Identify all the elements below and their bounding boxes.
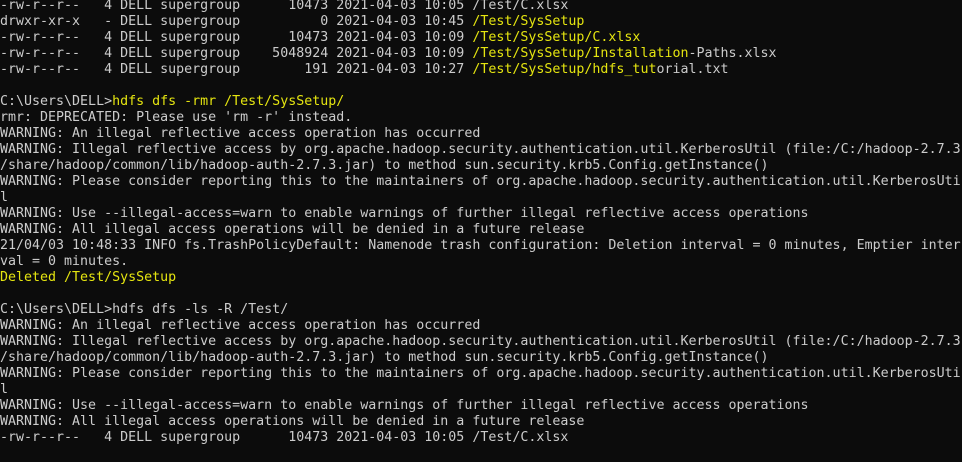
console-text: -rw-r--r-- 4 DELL supergroup 5048924 202… (0, 46, 473, 61)
console-line: WARNING: Please consider reporting this … (0, 174, 961, 190)
console-line: C:\Users\DELL>hdfs dfs -rmr /Test/SysSet… (0, 94, 961, 110)
console-text: WARNING: Use --illegal-access=warn to en… (0, 398, 809, 413)
console-line: -rw-r--r-- 4 DELL supergroup 10473 2021-… (0, 430, 961, 446)
console-text: drwxr-xr-x - DELL supergroup 0 2021-04-0… (0, 14, 473, 29)
console-line: WARNING: Please consider reporting this … (0, 366, 961, 382)
console-line: drwxr-xr-x - DELL supergroup 0 2021-04-0… (0, 14, 961, 30)
highlighted-text: hdfs dfs -rmr /Test/SysSetup/ (112, 94, 345, 109)
highlighted-text: /Test/SysSetup (472, 14, 585, 29)
console-text: -rw-r--r-- 4 DELL supergroup 10473 2021-… (0, 0, 473, 13)
highlighted-text: /Test/SysSetup/hdfs_tut (472, 62, 657, 77)
console-line: l (0, 382, 961, 398)
console-line: /share/hadoop/common/lib/hadoop-auth-2.7… (0, 158, 961, 174)
console-line: WARNING: An illegal reflective access op… (0, 126, 961, 142)
console-text: WARNING: All illegal access operations w… (0, 414, 585, 429)
console-text: WARNING: An illegal reflective access op… (0, 126, 481, 141)
console-line: val = 0 minutes. (0, 254, 961, 270)
console-text: orial.txt (656, 62, 729, 77)
console-line: -rw-r--r-- 4 DELL supergroup 10473 2021-… (0, 30, 961, 46)
console-line: -rw-r--r-- 4 DELL supergroup 5048924 202… (0, 46, 961, 62)
console-text: /Test/C.xlsx (472, 0, 569, 13)
console-text: C:\Users\DELL> (0, 94, 113, 109)
console-text: WARNING: Please consider reporting this … (0, 174, 961, 189)
console-text: WARNING: Please consider reporting this … (0, 366, 961, 381)
console-line: C:\Users\DELL>hdfs dfs -ls -R /Test/ (0, 302, 961, 318)
console-text: -Paths.xlsx (688, 46, 777, 61)
console-line: WARNING: All illegal access operations w… (0, 414, 961, 430)
console-line: -rw-r--r-- 4 DELL supergroup 191 2021-04… (0, 62, 961, 78)
console-text: -rw-r--r-- 4 DELL supergroup 10473 2021-… (0, 430, 569, 445)
console-text: WARNING: An illegal reflective access op… (0, 318, 481, 333)
console-line: WARNING: Illegal reflective access by or… (0, 334, 961, 350)
console-text: 21/04/03 10:48:33 INFO fs.TrashPolicyDef… (0, 238, 961, 253)
console-line: rmr: DEPRECATED: Please use 'rm -r' inst… (0, 110, 961, 126)
console-text: l (0, 382, 9, 397)
console-line: Deleted /Test/SysSetup (0, 270, 961, 286)
console-text: rmr: DEPRECATED: Please use 'rm -r' inst… (0, 110, 353, 125)
console-text: /share/hadoop/common/lib/hadoop-auth-2.7… (0, 350, 769, 365)
console-text: -rw-r--r-- 4 DELL supergroup 10473 2021-… (0, 30, 473, 45)
console-line: /share/hadoop/common/lib/hadoop-auth-2.7… (0, 350, 961, 366)
console-text: WARNING: Illegal reflective access by or… (0, 142, 961, 157)
console-text: WARNING: Illegal reflective access by or… (0, 334, 961, 349)
console-text: /share/hadoop/common/lib/hadoop-auth-2.7… (0, 158, 769, 173)
highlighted-text: /Test/SysSetup/C.xlsx (472, 30, 641, 45)
console-text: WARNING: All illegal access operations w… (0, 222, 585, 237)
terminal-output: -rw-r--r-- 4 DELL supergroup 10473 2021-… (0, 0, 961, 446)
console-line: WARNING: Use --illegal-access=warn to en… (0, 398, 961, 414)
console-line: -rw-r--r-- 4 DELL supergroup 10473 2021-… (0, 0, 961, 14)
console-line: WARNING: Illegal reflective access by or… (0, 142, 961, 158)
console-text: WARNING: Use --illegal-access=warn to en… (0, 206, 809, 221)
console-line: l (0, 190, 961, 206)
console-text: -rw-r--r-- 4 DELL supergroup 191 2021-04… (0, 62, 473, 77)
console-line: WARNING: An illegal reflective access op… (0, 318, 961, 334)
highlighted-text: Deleted /Test/SysSetup (0, 270, 177, 285)
console-line: WARNING: All illegal access operations w… (0, 222, 961, 238)
console-text: C:\Users\DELL>hdfs dfs -ls -R /Test/ (0, 302, 289, 317)
console-line: WARNING: Use --illegal-access=warn to en… (0, 206, 961, 222)
console-text: l (0, 190, 9, 205)
console-text: val = 0 minutes. (0, 254, 129, 269)
highlighted-text: /Test/SysSetup/Installation (472, 46, 689, 61)
console-line: 21/04/03 10:48:33 INFO fs.TrashPolicyDef… (0, 238, 961, 254)
terminal-window[interactable]: -rw-r--r-- 4 DELL supergroup 10473 2021-… (0, 0, 962, 462)
